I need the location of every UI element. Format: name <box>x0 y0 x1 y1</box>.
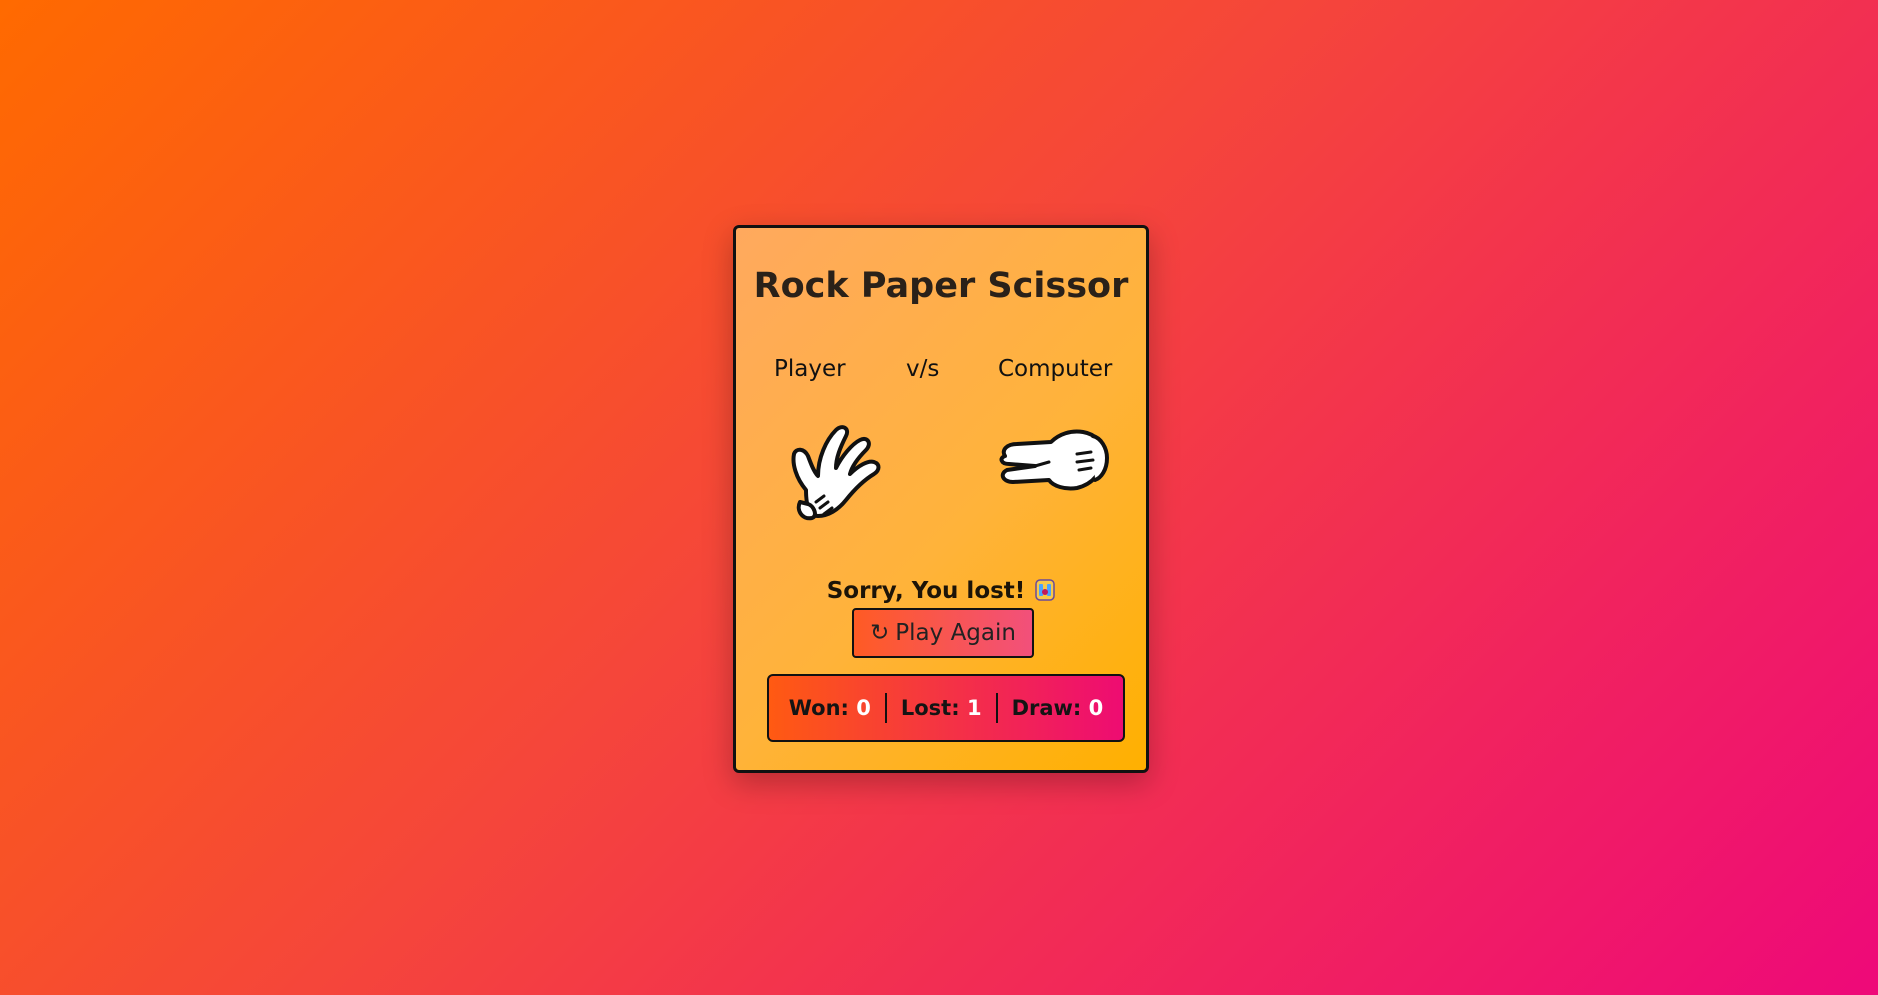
won-value: 0 <box>856 696 871 720</box>
crying-face-icon <box>1035 579 1056 601</box>
draw-score: Draw: 0 <box>998 696 1118 720</box>
player-label: Player <box>774 356 846 382</box>
won-label: Won: <box>788 696 849 720</box>
game-title: Rock Paper Scissor <box>753 266 1129 306</box>
computer-label: Computer <box>998 356 1113 382</box>
lost-score: Lost: 1 <box>887 696 996 720</box>
refresh-icon: ↻ <box>870 620 890 646</box>
lost-label: Lost: <box>900 696 960 720</box>
scoreboard: Won: 0 Lost: 1 Draw: 0 <box>767 674 1125 742</box>
lost-value: 1 <box>966 696 982 720</box>
play-again-label: Play Again <box>895 620 1016 646</box>
won-score: Won: 0 <box>775 696 885 720</box>
game-card: Rock Paper Scissor Player v/s Computer S… <box>733 225 1149 773</box>
result-message: Sorry, You lost! <box>736 578 1146 604</box>
draw-value: 0 <box>1088 696 1104 720</box>
paper-hand-icon <box>784 418 904 532</box>
play-again-button[interactable]: ↻ Play Again <box>852 608 1034 658</box>
versus-row: Player v/s Computer <box>736 356 1146 386</box>
scissors-hand-icon <box>991 418 1116 512</box>
versus-label: v/s <box>906 356 940 382</box>
result-text: Sorry, You lost! <box>826 578 1026 604</box>
draw-label: Draw: <box>1011 696 1082 720</box>
